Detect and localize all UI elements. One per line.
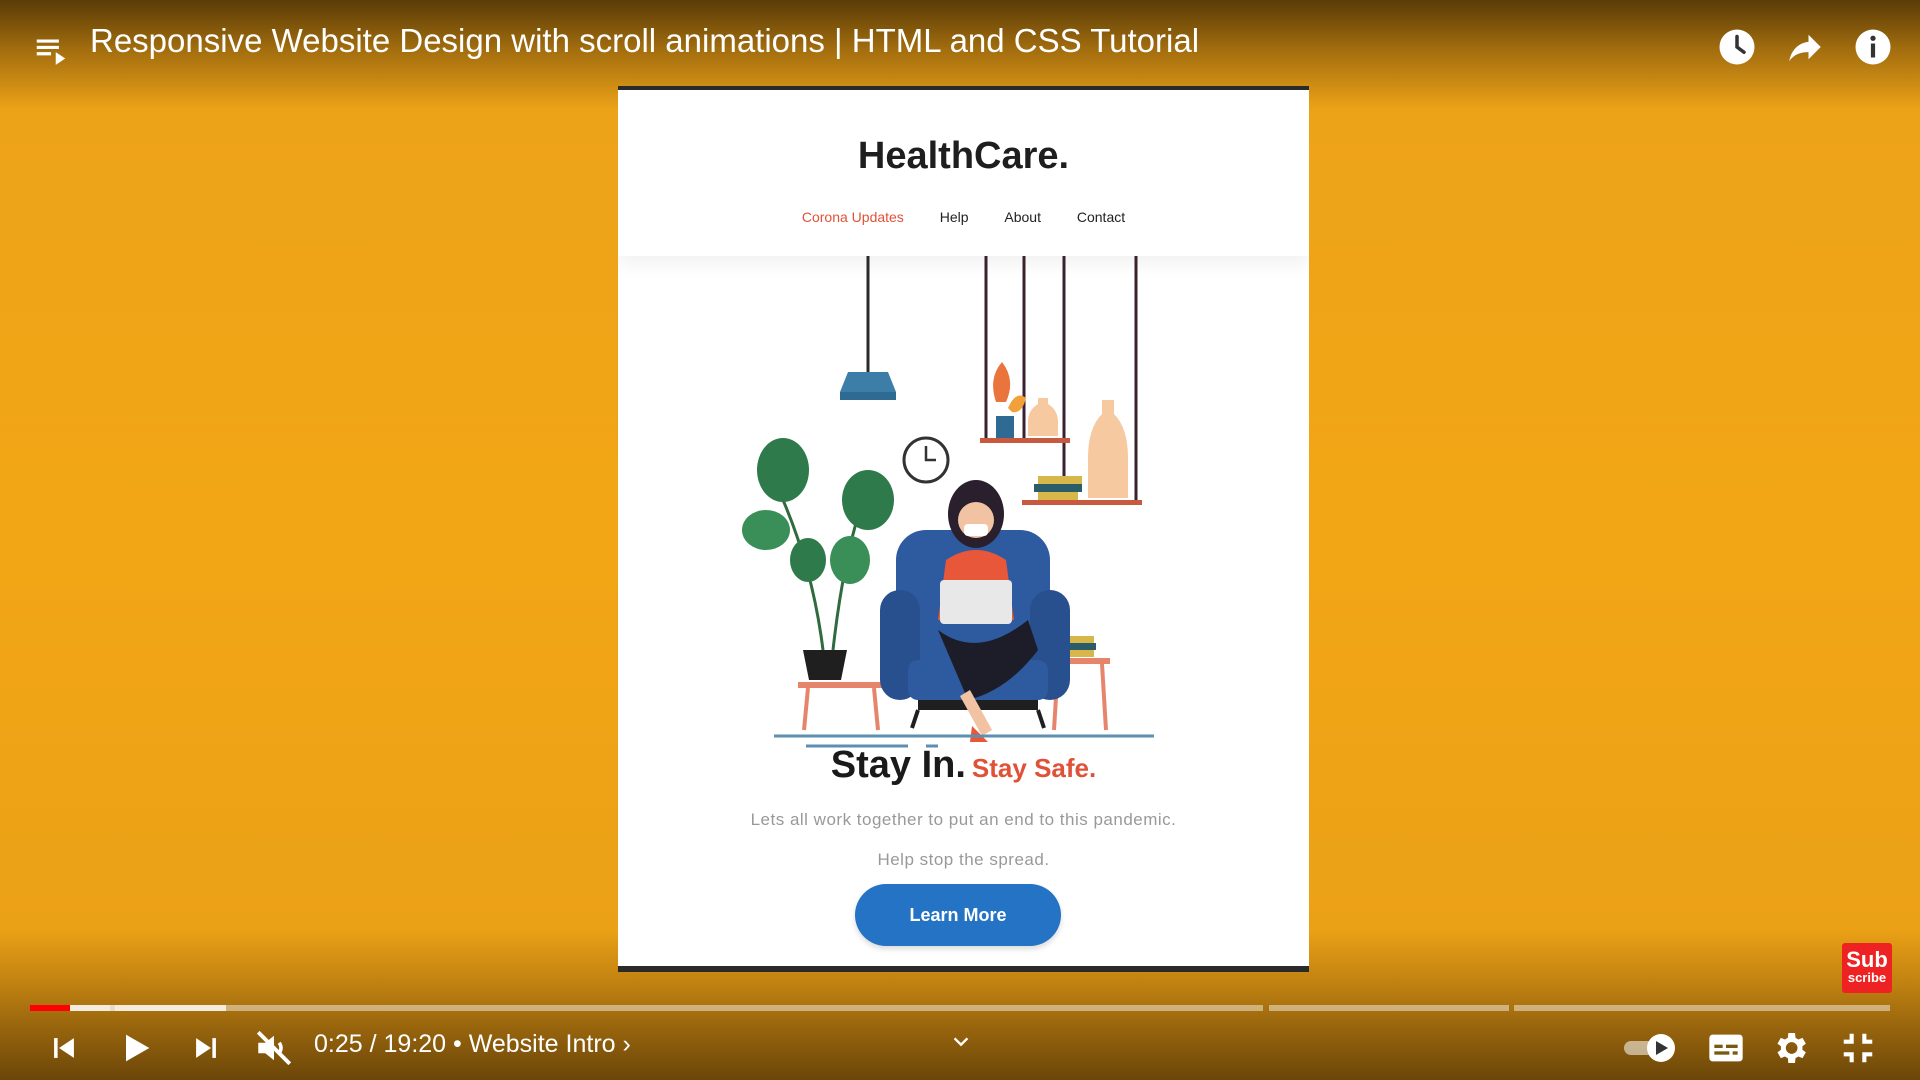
subscribe-badge[interactable]: Sub scribe [1842,943,1892,993]
chapter-title[interactable]: Website Intro [469,1030,616,1058]
subscribe-badge-line1: Sub [1846,947,1888,972]
subtitles-icon[interactable] [1700,1022,1752,1074]
chapter-bullet: • [446,1030,469,1058]
time-current: 0:25 [314,1030,363,1058]
progress-bar[interactable] [30,1005,1890,1011]
hero-text-line1: Lets all work together to put an end to … [750,810,1177,829]
share-icon[interactable] [1780,22,1830,72]
volume-muted-icon[interactable] [248,1022,300,1074]
video-title[interactable]: Responsive Website Design with scroll an… [90,22,1199,60]
autoplay-toggle-icon[interactable] [1620,1030,1680,1066]
video-player[interactable]: Responsive Website Design with scroll an… [0,0,1920,1080]
fullscreen-exit-icon[interactable] [1832,1022,1884,1074]
time-display: 0:25 / 19:20 • Website Intro › [314,1030,631,1059]
clock-icon[interactable] [1712,22,1762,72]
time-separator: / [362,1030,384,1058]
playlist-icon[interactable] [30,28,72,70]
gear-icon[interactable] [1764,1022,1816,1074]
learn-more-button: Learn More [855,884,1061,946]
played-fill [30,1005,70,1011]
video-frame: HealthCare. Corona Updates Help About Co… [618,86,1309,972]
chapter-segment[interactable] [1269,1005,1509,1011]
info-icon[interactable] [1848,22,1898,72]
next-icon[interactable] [182,1024,230,1072]
previous-icon[interactable] [40,1024,88,1072]
chevron-down-icon[interactable] [944,1030,978,1054]
hero-illustration [742,256,1154,748]
subscribe-badge-line2: scribe [1847,970,1887,985]
chevron-right-icon[interactable]: › [616,1030,631,1058]
play-icon[interactable] [110,1022,162,1074]
chapter-segment[interactable] [115,1005,1263,1011]
hero-text-line2: Help stop the spread. [877,850,1050,869]
time-total: 19:20 [383,1030,447,1058]
chapter-segment[interactable] [1514,1005,1890,1011]
hero-title-accent: Stay Safe. [971,753,1097,783]
hero-title: Stay In. Stay Safe. [618,744,1309,787]
hero-title-main: Stay In. [830,744,966,786]
